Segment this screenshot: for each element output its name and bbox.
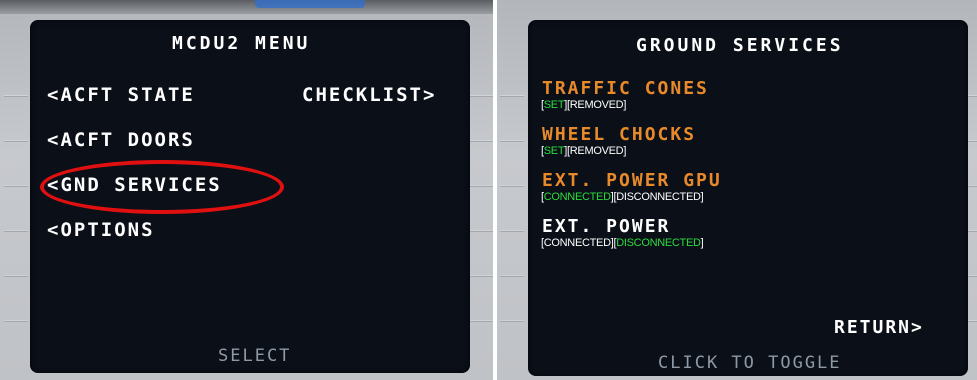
highlight-annotation — [40, 160, 284, 214]
lsk-left-6[interactable] — [500, 320, 524, 322]
logo-icon — [255, 0, 365, 8]
ext-power-options[interactable]: [CONNECTED][DISCONNECTED] — [541, 237, 704, 249]
lsk-left-1[interactable] — [500, 95, 524, 97]
return-item[interactable]: RETURN> — [834, 317, 924, 338]
scratchpad-click-to-toggle: CLICK TO TOGGLE — [658, 353, 842, 373]
traffic-cones-set-option[interactable]: SET — [544, 99, 565, 111]
acft-doors-item[interactable]: <ACFT DOORS — [47, 129, 195, 151]
wheel-chocks-heading: WHEEL CHOCKS — [542, 124, 697, 145]
lsk-right-2[interactable] — [470, 140, 493, 142]
menu-title: MCDU2 MENU — [172, 33, 311, 54]
lsk-left-2[interactable] — [500, 140, 524, 142]
mcdu-menu-panel: MCDU2 MENU <ACFT STATE CHECKLIST> <ACFT … — [0, 0, 493, 380]
lsk-left-2[interactable] — [4, 140, 28, 142]
ext-power-gpu-disconnected-option[interactable]: DISCONNECTED — [616, 191, 701, 203]
lsk-left-5[interactable] — [4, 275, 28, 277]
wheel-chocks-set-option[interactable]: SET — [544, 145, 565, 157]
ext-power-gpu-connected-option[interactable]: CONNECTED — [544, 191, 611, 203]
traffic-cones-removed-option[interactable]: REMOVED — [570, 99, 624, 111]
lsk-right-4[interactable] — [470, 230, 493, 232]
lsk-left-3[interactable] — [500, 185, 524, 187]
lsk-right-1[interactable] — [470, 95, 493, 97]
checklist-item[interactable]: CHECKLIST> — [302, 84, 436, 106]
lsk-left-1[interactable] — [4, 95, 28, 97]
ground-services-title: GROUND SERVICES — [636, 35, 844, 56]
lsk-left-3[interactable] — [4, 185, 28, 187]
acft-state-item[interactable]: <ACFT STATE — [47, 84, 195, 106]
wheel-chocks-removed-option[interactable]: REMOVED — [570, 145, 624, 157]
ext-power-gpu-heading: EXT. POWER GPU — [542, 170, 722, 191]
lsk-right-6[interactable] — [470, 320, 493, 322]
ext-power-disconnected-option[interactable]: DISCONNECTED — [616, 237, 701, 249]
wheel-chocks-options[interactable]: [SET][REMOVED] — [541, 145, 626, 157]
lsk-right-5[interactable] — [470, 275, 493, 277]
options-item[interactable]: <OPTIONS — [47, 219, 155, 241]
ext-power-heading: EXT. POWER — [542, 216, 671, 237]
bezel-top — [0, 0, 493, 14]
lsk-left-6[interactable] — [4, 320, 28, 322]
scratchpad-select: SELECT — [218, 346, 292, 366]
traffic-cones-heading: TRAFFIC CONES — [542, 78, 709, 99]
lsk-right-3[interactable] — [470, 185, 493, 187]
lsk-left-4[interactable] — [4, 230, 28, 232]
ext-power-connected-option[interactable]: CONNECTED — [544, 237, 611, 249]
traffic-cones-options[interactable]: [SET][REMOVED] — [541, 99, 626, 111]
ext-power-gpu-options[interactable]: [CONNECTED][DISCONNECTED] — [541, 191, 704, 203]
lsk-left-4[interactable] — [500, 230, 524, 232]
lsk-left-5[interactable] — [500, 275, 524, 277]
